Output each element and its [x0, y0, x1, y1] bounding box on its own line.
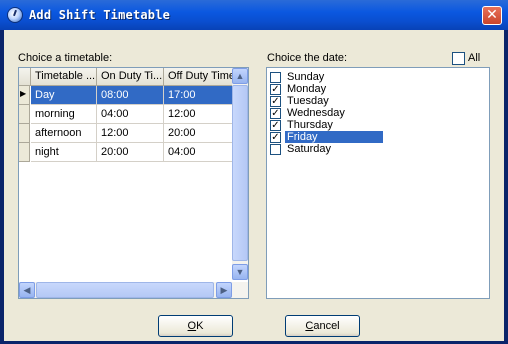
all-checkbox[interactable]: [452, 52, 465, 65]
dialog-window: Add Shift Timetable ✕ Choice a timetable…: [0, 0, 508, 344]
ok-button[interactable]: OK: [158, 315, 233, 337]
window-title: Add Shift Timetable: [29, 8, 171, 22]
horizontal-scroll-thumb[interactable]: [36, 282, 214, 298]
scroll-down-icon[interactable]: ▼: [232, 264, 248, 280]
date-checklist[interactable]: Sunday ✓ Monday ✓ Tuesday ✓ Wednesday ✓ …: [266, 67, 490, 299]
check-icon[interactable]: ✓: [270, 132, 281, 143]
check-icon[interactable]: ✓: [270, 84, 281, 95]
table-cell[interactable]: 12:00: [97, 124, 164, 143]
row-indicator[interactable]: [19, 124, 30, 143]
ok-label: K: [196, 320, 204, 332]
date-label: Choice the date:: [267, 52, 348, 64]
grid-header: Timetable ... On Duty Ti... Off Duty Tim…: [19, 68, 233, 86]
scroll-left-icon[interactable]: ◀: [19, 282, 35, 298]
table-cell[interactable]: 04:00: [97, 105, 164, 124]
table-cell[interactable]: 08:00: [97, 86, 164, 105]
day-label: Friday: [285, 131, 383, 143]
table-cell[interactable]: 17:00: [164, 86, 233, 105]
close-button[interactable]: ✕: [482, 6, 502, 25]
table-cell[interactable]: 20:00: [97, 143, 164, 162]
scroll-right-icon[interactable]: ▶: [216, 282, 232, 298]
table-cell[interactable]: Day: [31, 86, 97, 105]
table-cell[interactable]: 12:00: [164, 105, 233, 124]
day-label: Thursday: [287, 119, 333, 131]
timetable-grid[interactable]: Timetable ... On Duty Ti... Off Duty Tim…: [18, 67, 249, 299]
day-label: Monday: [287, 83, 327, 95]
table-cell[interactable]: 04:00: [164, 143, 233, 162]
column-header-off-duty[interactable]: Off Duty Time: [164, 68, 233, 85]
cancel-label: ancel: [313, 320, 340, 332]
ok-accelerator: O: [187, 320, 197, 332]
row-indicator[interactable]: [19, 143, 30, 162]
header-corner: [19, 68, 31, 85]
horizontal-scrollbar[interactable]: ◀ ▶: [19, 282, 248, 298]
all-label: All: [468, 52, 481, 64]
clock-icon: [7, 7, 23, 23]
table-cell[interactable]: morning: [31, 105, 97, 124]
check-icon[interactable]: ✓: [270, 120, 281, 131]
day-label: Saturday: [287, 143, 332, 155]
cancel-button[interactable]: Cancel: [285, 315, 360, 337]
row-indicator[interactable]: ▶: [19, 86, 30, 105]
day-label: Tuesday: [287, 95, 329, 107]
column-header-timetable[interactable]: Timetable ...: [31, 68, 97, 85]
scroll-up-icon[interactable]: ▲: [232, 68, 248, 84]
current-row-icon: ▶: [20, 89, 27, 98]
day-checkbox[interactable]: [270, 72, 281, 83]
vertical-scroll-thumb[interactable]: [232, 85, 248, 261]
title-bar[interactable]: Add Shift Timetable ✕: [0, 0, 508, 30]
timetable-label: Choice a timetable:: [18, 52, 113, 64]
day-label: Wednesday: [287, 107, 345, 119]
day-checkbox[interactable]: [270, 144, 281, 155]
day-label: Sunday: [287, 71, 325, 83]
table-cell[interactable]: afternoon: [31, 124, 97, 143]
table-cell[interactable]: 20:00: [164, 124, 233, 143]
row-indicator[interactable]: [19, 105, 30, 124]
column-header-on-duty[interactable]: On Duty Ti...: [97, 68, 164, 85]
table-cell[interactable]: night: [31, 143, 97, 162]
vertical-scrollbar[interactable]: ▲ ▼: [232, 68, 248, 280]
check-icon[interactable]: ✓: [270, 96, 281, 107]
check-icon[interactable]: ✓: [270, 108, 281, 119]
